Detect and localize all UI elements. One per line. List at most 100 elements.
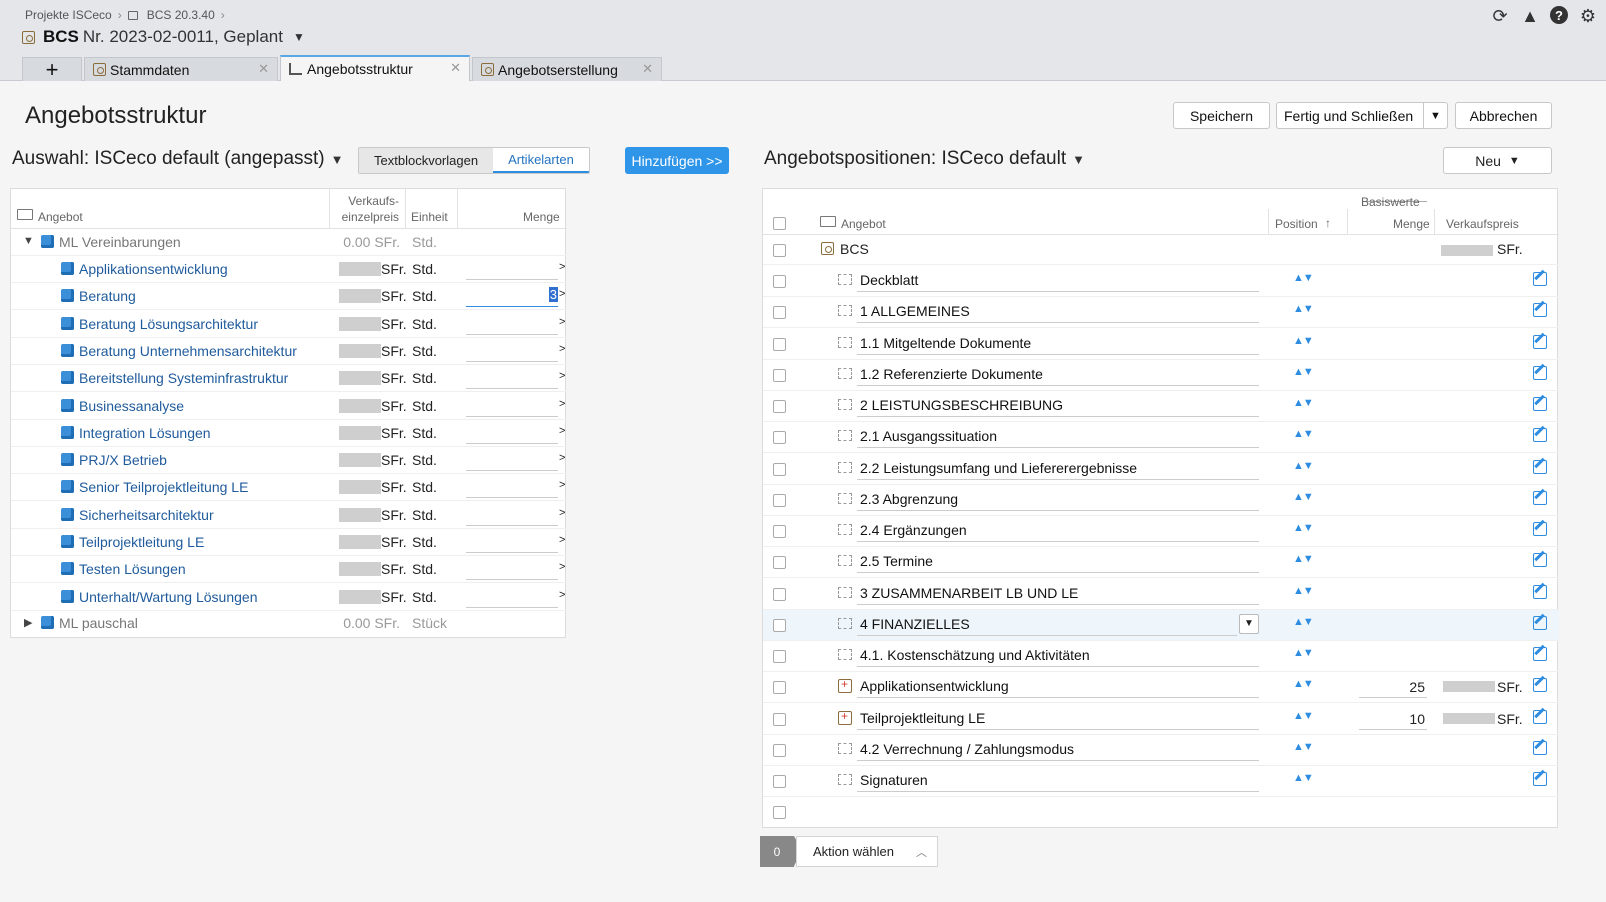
row-checkbox[interactable]: [773, 337, 786, 351]
select-all-checkbox[interactable]: [773, 217, 786, 230]
edit-icon[interactable]: [1533, 428, 1547, 443]
edit-icon[interactable]: [1533, 365, 1547, 380]
position-name-input[interactable]: 4 FINANZIELLES: [857, 614, 1237, 636]
article-row[interactable]: Senior Teilprojektleitung LE SFr. Std. >: [11, 474, 567, 502]
col-angebot[interactable]: Angebot: [841, 217, 886, 231]
col-qty[interactable]: Menge: [523, 210, 560, 224]
edit-icon[interactable]: [1533, 553, 1547, 568]
position-row[interactable]: 4 FINANZIELLES ▼ ▲▼: [763, 609, 1559, 641]
close-icon[interactable]: ✕: [258, 61, 269, 77]
article-label[interactable]: Beratung Lösungsarchitektur: [79, 316, 258, 332]
move-up-down-icon[interactable]: ▲▼: [1293, 303, 1314, 315]
close-icon[interactable]: ✕: [450, 60, 461, 76]
quantity-input[interactable]: [466, 560, 558, 581]
add-arrow-icon[interactable]: >: [559, 479, 565, 491]
position-row[interactable]: 2.5 Termine ▲▼: [763, 547, 1559, 579]
position-row[interactable]: 4.2 Verrechnung / Zahlungsmodus ▲▼: [763, 735, 1559, 766]
row-checkbox[interactable]: [773, 244, 786, 257]
article-row[interactable]: Businessanalyse SFr. Std. >: [11, 393, 567, 420]
group-row[interactable]: ▶ ML pauschal 0.00 SFr. Stück: [11, 610, 567, 637]
add-arrow-icon[interactable]: >: [559, 452, 565, 464]
add-arrow-icon[interactable]: >: [559, 288, 565, 300]
position-row[interactable]: 2 LEISTUNGSBESCHREIBUNG ▲▼: [763, 391, 1559, 422]
position-name-input[interactable]: 3 ZUSAMMENARBEIT LB UND LE: [857, 583, 1259, 605]
move-up-down-icon[interactable]: ▲▼: [1293, 335, 1314, 347]
move-up-down-icon[interactable]: ▲▼: [1293, 647, 1314, 659]
edit-icon[interactable]: [1533, 772, 1547, 786]
article-label[interactable]: Businessanalyse: [79, 398, 184, 414]
article-label[interactable]: Beratung Unternehmensarchitektur: [79, 343, 297, 359]
move-up-down-icon[interactable]: ▲▼: [1293, 710, 1314, 722]
row-checkbox[interactable]: [773, 650, 786, 663]
move-up-down-icon[interactable]: ▲▼: [1293, 585, 1314, 597]
row-checkbox[interactable]: [773, 275, 786, 288]
article-label[interactable]: Integration Lösungen: [79, 425, 211, 441]
add-arrow-icon[interactable]: >: [559, 507, 565, 519]
object-title[interactable]: BCS Nr. 2023-02-0011, Geplant ▼: [22, 27, 305, 47]
article-label[interactable]: Unterhalt/Wartung Lösungen: [79, 589, 257, 605]
action-select[interactable]: Aktion wählen ︿: [796, 836, 938, 867]
position-row[interactable]: 1.2 Referenzierte Dokumente ▲▼: [763, 360, 1559, 391]
article-row[interactable]: Teilprojektleitung LE SFr. Std. >: [11, 529, 567, 556]
row-checkbox[interactable]: [773, 618, 786, 632]
add-arrow-icon[interactable]: >: [559, 343, 565, 355]
gear-icon[interactable]: ⚙: [1578, 6, 1598, 26]
article-label[interactable]: Testen Lösungen: [79, 561, 186, 577]
row-checkbox[interactable]: [773, 368, 786, 382]
add-arrow-icon[interactable]: >: [559, 561, 565, 573]
article-row[interactable]: Unterhalt/Wartung Lösungen SFr. Std. >: [11, 584, 567, 611]
position-row[interactable]: 2.3 Abgrenzung ▲▼: [763, 485, 1559, 516]
edit-icon[interactable]: [1533, 584, 1547, 599]
quantity-input[interactable]: [466, 315, 558, 335]
article-row[interactable]: Bereitstellung Systeminfrastruktur SFr. St…: [11, 365, 567, 393]
article-label[interactable]: Sicherheitsarchitektur: [79, 507, 214, 523]
position-name-input[interactable]: Applikationsentwicklung: [857, 676, 1259, 699]
article-row[interactable]: Beratung SFr. Std. 3 >: [11, 283, 567, 311]
quantity-input[interactable]: [466, 369, 558, 390]
tab-angebotsstruktur[interactable]: Angebotsstruktur ✕: [280, 55, 470, 81]
position-row[interactable]: Signaturen ▲▼: [763, 766, 1559, 797]
position-row[interactable]: Deckblatt ▲▼: [763, 266, 1559, 297]
article-label[interactable]: PRJ/X Betrieb: [79, 452, 167, 468]
edit-icon[interactable]: [1533, 490, 1547, 505]
position-row[interactable]: Applikationsentwicklung ▲▼ 25 SFr.: [763, 672, 1559, 704]
move-up-down-icon[interactable]: ▲▼: [1293, 553, 1314, 565]
quantity-input[interactable]: [466, 397, 558, 417]
edit-icon[interactable]: [1533, 303, 1547, 318]
position-name-input[interactable]: 2.3 Abgrenzung: [857, 489, 1259, 511]
add-arrow-icon[interactable]: >: [559, 589, 565, 601]
position-name-input[interactable]: 2.4 Ergänzungen: [857, 520, 1259, 542]
edit-icon[interactable]: [1533, 272, 1547, 286]
move-up-down-icon[interactable]: ▲▼: [1293, 678, 1314, 690]
row-checkbox[interactable]: [773, 493, 786, 507]
article-row[interactable]: Sicherheitsarchitektur SFr. Std. >: [11, 502, 567, 529]
row-checkbox[interactable]: [773, 587, 786, 601]
finish-close-button[interactable]: Fertig und Schließen ▼: [1276, 102, 1448, 129]
move-up-down-icon[interactable]: ▲▼: [1293, 272, 1314, 284]
bell-icon[interactable]: ▲: [1520, 6, 1540, 26]
caret-down-icon[interactable]: ▼: [23, 235, 34, 247]
position-name-input[interactable]: 1 ALLGEMEINES: [857, 301, 1259, 324]
add-arrow-icon[interactable]: >: [559, 534, 565, 546]
help-icon[interactable]: ?: [1550, 6, 1568, 24]
move-up-down-icon[interactable]: ▲▼: [1293, 491, 1314, 503]
row-checkbox[interactable]: [773, 775, 786, 788]
add-button[interactable]: Hinzufügen >>: [625, 147, 729, 174]
article-row[interactable]: PRJ/X Betrieb SFr. Std. >: [11, 447, 567, 475]
segment-textblocks[interactable]: Textblockvorlagen: [359, 148, 494, 173]
article-row[interactable]: Integration Lösungen SFr. Std. >: [11, 420, 567, 447]
add-arrow-icon[interactable]: >: [559, 370, 565, 382]
add-arrow-icon[interactable]: >: [559, 261, 565, 273]
move-up-down-icon[interactable]: ▲▼: [1293, 772, 1314, 784]
article-row[interactable]: Beratung Lösungsarchitektur SFr. Std. >: [11, 311, 567, 338]
save-button[interactable]: Speichern: [1173, 102, 1270, 129]
quantity-input[interactable]: [466, 588, 558, 608]
row-checkbox[interactable]: [773, 806, 786, 819]
add-arrow-icon[interactable]: >: [559, 398, 565, 410]
position-row[interactable]: 2.4 Ergänzungen ▲▼: [763, 516, 1559, 547]
edit-icon[interactable]: [1533, 678, 1547, 693]
col-unit[interactable]: Einheit: [411, 210, 448, 224]
position-name-input[interactable]: 4.2 Verrechnung / Zahlungsmodus: [857, 739, 1259, 761]
position-name-input[interactable]: 2.1 Ausgangssituation: [857, 426, 1259, 449]
row-checkbox[interactable]: [773, 681, 786, 695]
